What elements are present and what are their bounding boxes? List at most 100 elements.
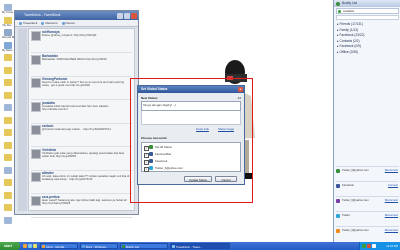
desktop-icon[interactable]: My Doc... [2, 16, 14, 27]
cancel-button[interactable]: Cancel [215, 176, 237, 182]
tweet-item[interactable]: Barbaddar Barbaddar: PARUSHA BER RESU htt… [31, 54, 132, 77]
taskbar-task-button[interactable]: Buddy List [120, 243, 168, 249]
dialog-titlebar[interactable]: Set Global Status x [138, 86, 244, 93]
desktop-icon[interactable] [2, 191, 14, 199]
digsby-titlebar[interactable]: Buddy List [334, 0, 400, 7]
desktop-icon-glyph [4, 166, 12, 174]
buddy-group[interactable]: ▸ Facebook (23/22) [337, 33, 364, 38]
account-name: Twitter [342, 214, 350, 217]
account-action-link[interactable]: Connect [388, 182, 398, 189]
tweet-item[interactable]: Vinhitebe Vinhitebe gak suka yang dikelua… [31, 148, 132, 171]
taskbar-task-button[interactable]: Buzz - Windows... [80, 243, 118, 249]
desktop-icon-glyph [4, 129, 12, 136]
tweet-item[interactable]: zzzz.pertiza akan capai? Sekarang aku nge… [31, 195, 132, 218]
tweet-item[interactable]: GenangParkome Need to make cash in twitte… [31, 77, 132, 100]
desktop-icon-glyph [4, 29, 12, 36]
avatar[interactable] [31, 125, 41, 135]
avatar[interactable] [31, 172, 41, 182]
tweet-text: Ruhee @dima_ruhyanni: http://bit.ly/3kUQ… [42, 34, 97, 37]
desktop-icon[interactable] [2, 166, 14, 174]
tweet-item[interactable]: alimahe Ah wait, kalau kirim ini sudah ja… [31, 171, 132, 194]
share-image-link[interactable]: Share Image [218, 127, 234, 131]
avatar[interactable] [31, 195, 41, 206]
desktop-icon[interactable] [2, 66, 14, 74]
digsby-logo-icon [336, 1, 340, 6]
desktop-icon[interactable] [2, 116, 14, 124]
desktop-icon[interactable] [2, 154, 14, 161]
tweet-item[interactable]: ruhRomaya Ruhee @dima_ruhyanni: http://bi… [31, 30, 132, 53]
desktop-icon[interactable] [2, 104, 14, 111]
status-input[interactable]: Tanya dengan digsby! :-) [141, 101, 241, 111]
tweet-item[interactable]: jocalatia Jocalatia inilah tuterial rekom… [31, 101, 132, 124]
tab-mentions[interactable]: Mentions [41, 21, 58, 25]
desktop-icon[interactable]: Recycle Bin [2, 29, 14, 39]
folder-icon[interactable] [33, 244, 37, 248]
tweet-item[interactable]: zzebozi @zzebozi selamat pagi malam... ht… [31, 124, 132, 147]
account-row[interactable]: ✓ Twitter_6@yahoo.com [143, 165, 239, 172]
tray-icon[interactable] [372, 244, 376, 248]
account-row[interactable]: ✓ Set IM Status [143, 144, 239, 151]
buddy-group[interactable]: ▸ Offline (2/55) [337, 50, 358, 55]
account-row[interactable]: ✓ Facebook [143, 158, 239, 165]
avatar[interactable] [31, 101, 41, 112]
buddy-group[interactable]: ▸ Facebook (0/9) [337, 44, 361, 49]
account-name: Twitter_6@yahoo.com [342, 169, 369, 172]
tweet-text: Jocalatia inilah tuterial rekomendasi Si… [42, 104, 110, 111]
desktop-icon-glyph [4, 79, 12, 86]
desktop-icon-glyph [4, 116, 12, 124]
maximize-button[interactable] [124, 12, 130, 19]
checkmark-icon: ✓ [145, 167, 148, 172]
desktop-icon[interactable] [2, 179, 14, 186]
tweet-list[interactable]: ruhRomaya Ruhee @dima_ruhyanni: http://bi… [28, 28, 135, 218]
account-icon [336, 183, 340, 188]
start-button[interactable]: start [0, 242, 20, 250]
buddy-group[interactable]: ▸ Family (1/13) [337, 28, 358, 33]
account-action-link[interactable]: Disconnect [385, 167, 398, 174]
account-row[interactable]: ✓ FacebookMe [143, 151, 239, 158]
tray-icon[interactable] [362, 244, 366, 248]
task-icon [122, 245, 125, 248]
desktop-icon[interactable] [2, 204, 14, 211]
tab-label: Directs [65, 21, 75, 25]
desktop-icon-glyph [4, 91, 12, 99]
close-button[interactable] [131, 12, 137, 19]
desktop-icon-glyph [4, 154, 12, 161]
account-action-link[interactable]: Disconnect [385, 197, 398, 204]
buddy-group[interactable]: ▸ Contacts (2/2) [337, 39, 360, 44]
buddy-group[interactable]: ▸ Friends (17/131) [337, 22, 363, 27]
account-name: Facebook [155, 159, 168, 163]
account-name: Set IM Status [155, 145, 172, 149]
taskbar-task-button[interactable]: TweetDeck - Tweet... [170, 243, 230, 249]
desktop-icon[interactable]: My Comp... [2, 4, 14, 14]
task-label: Inbox - Mozilla... [46, 245, 67, 249]
tray-icon[interactable] [367, 244, 371, 248]
account-action-link[interactable]: Disconnect [385, 227, 398, 234]
task-label: Buddy List [126, 245, 140, 249]
avatar[interactable] [31, 148, 41, 159]
tab-directs[interactable]: Directs [61, 21, 75, 25]
minimize-button[interactable] [117, 12, 123, 19]
ie-icon[interactable] [28, 244, 32, 248]
status-textarea[interactable] [141, 111, 241, 125]
avatar[interactable] [31, 78, 41, 88]
desktop-icon[interactable] [2, 79, 14, 86]
account-action-link[interactable]: Disconnect [385, 212, 398, 219]
desktop-icon[interactable] [2, 216, 14, 224]
close-icon[interactable]: x [238, 87, 243, 92]
tab-tweetdeck[interactable]: Tweetdeck [19, 21, 37, 25]
firefox-icon[interactable] [23, 244, 27, 248]
update-status-button[interactable]: Update Status [184, 176, 212, 182]
desktop-icon[interactable] [2, 54, 14, 61]
avatar[interactable] [31, 54, 41, 65]
search-input[interactable] [336, 15, 399, 20]
desktop-icon[interactable] [2, 129, 14, 136]
insert-link-link[interactable]: Insert Link [196, 127, 209, 131]
tweetdeck-titlebar[interactable]: TweetDeck - TweetDeck [15, 11, 138, 20]
avatar[interactable] [31, 31, 41, 41]
desktop-icon[interactable] [2, 91, 14, 99]
status-selector[interactable]: Available [336, 8, 399, 14]
desktop-icon[interactable] [2, 141, 14, 149]
desktop-icon[interactable]: My Netw... [2, 41, 14, 52]
taskbar-task-button[interactable]: Inbox - Mozilla... [40, 243, 78, 249]
account-icon [336, 213, 340, 218]
